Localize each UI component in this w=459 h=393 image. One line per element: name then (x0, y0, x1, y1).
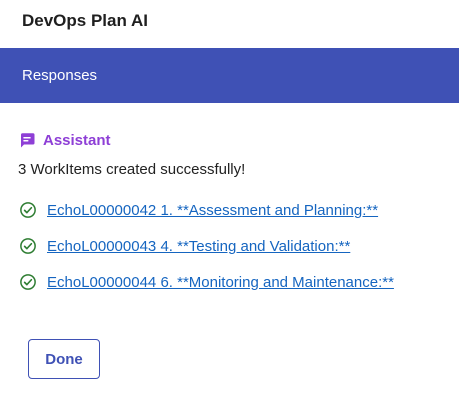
check-circle-icon (19, 237, 37, 255)
workitem-row: EchoL00000042 1. **Assessment and Planni… (18, 192, 441, 228)
workitem-link[interactable]: EchoL00000043 4. **Testing and Validatio… (47, 238, 350, 255)
workitem-row: EchoL00000043 4. **Testing and Validatio… (18, 228, 441, 264)
response-content: Assistant 3 WorkItems created successful… (0, 103, 459, 300)
title-bar: DevOps Plan AI (0, 0, 459, 48)
workitem-row: EchoL00000044 6. **Monitoring and Mainte… (18, 264, 441, 300)
done-button[interactable]: Done (28, 339, 100, 379)
app-window: DevOps Plan AI Responses Assistant 3 Wor… (0, 0, 459, 393)
workitem-list: EchoL00000042 1. **Assessment and Planni… (18, 192, 441, 300)
responses-label: Responses (22, 67, 98, 84)
check-circle-icon (19, 201, 37, 219)
check-circle-icon (19, 273, 37, 291)
app-title: DevOps Plan AI (22, 11, 148, 30)
responses-header: Responses (0, 48, 459, 103)
assistant-label: Assistant (43, 131, 111, 149)
workitem-link[interactable]: EchoL00000044 6. **Monitoring and Mainte… (47, 274, 394, 291)
workitem-link[interactable]: EchoL00000042 1. **Assessment and Planni… (47, 202, 378, 219)
status-message: 3 WorkItems created successfully! (18, 161, 246, 178)
assistant-header: Assistant (18, 129, 441, 151)
chat-bubble-icon (18, 131, 36, 149)
